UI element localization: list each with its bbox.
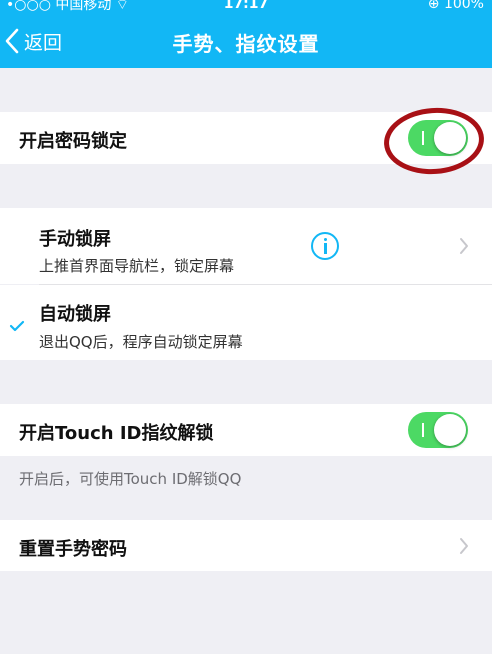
page-title: 手势、指纹设置 [172,32,320,56]
chevron-right-icon [460,238,468,254]
auto-lock-title: 自动锁屏 [39,304,111,325]
reset-gesture-row[interactable]: 重置手势密码 [0,520,492,571]
status-bar: •○○○ 中国移动 ⌔ 17:17 ⊕ 100% [0,0,492,14]
info-bar [324,243,327,254]
switch-on-mark [422,423,424,437]
touch-id-row: 开启Touch ID指纹解锁 [0,404,492,456]
manual-lock-row[interactable]: 手动锁屏 上推首界面导航栏，锁定屏幕 [0,208,492,284]
password-lock-label: 开启密码锁定 [19,131,127,152]
auto-lock-subtitle: 退出QQ后，程序自动锁定屏幕 [39,333,243,351]
info-dot [324,238,327,241]
touch-id-footnote: 开启后，可使用Touch ID解锁QQ [19,470,242,488]
nav-bar: 返回 手势、指纹设置 [0,14,492,68]
touch-id-switch[interactable] [408,412,468,448]
switch-knob [434,414,466,446]
chevron-right-icon [460,538,468,554]
info-icon[interactable] [311,232,339,260]
manual-lock-subtitle: 上推首界面导航栏，锁定屏幕 [39,257,235,275]
auto-lock-row[interactable]: 自动锁屏 退出QQ后，程序自动锁定屏幕 [0,285,492,360]
touch-id-label: 开启Touch ID指纹解锁 [19,423,214,444]
checkmark-icon [9,320,25,332]
manual-lock-title: 手动锁屏 [39,229,111,250]
status-time: 17:17 [223,0,269,12]
battery-label: ⊕ 100% [427,0,484,12]
reset-gesture-label: 重置手势密码 [19,539,127,560]
